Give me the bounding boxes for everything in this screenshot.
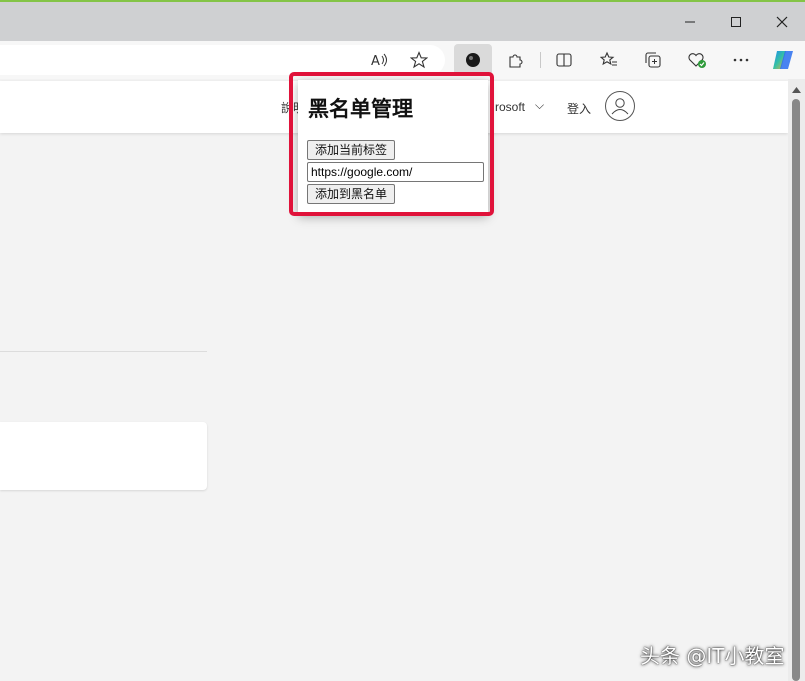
favorite-button[interactable] [404, 45, 434, 75]
page-scrollbar[interactable] [788, 79, 805, 681]
read-aloud-button[interactable]: A [364, 45, 394, 75]
svg-text:A: A [371, 54, 380, 69]
more-button[interactable] [726, 45, 756, 75]
read-aloud-icon: A [371, 53, 387, 69]
extension-active-icon [466, 53, 480, 67]
maximize-icon [731, 17, 741, 27]
toolbar-separator [540, 52, 541, 68]
copilot-icon [773, 51, 793, 69]
maximize-button[interactable] [716, 8, 756, 36]
microsoft-account-label[interactable]: rosoft [495, 100, 525, 114]
content-divider [0, 351, 207, 352]
extensions-button[interactable] [501, 45, 531, 75]
collections-icon [645, 52, 661, 68]
window-titlebar [0, 0, 805, 41]
close-button[interactable] [762, 8, 802, 36]
user-icon [611, 98, 629, 115]
close-icon [776, 16, 788, 28]
favorites-button[interactable] [594, 45, 624, 75]
split-screen-button[interactable] [549, 45, 579, 75]
watermark: 头条 @IT小教室 [640, 644, 785, 668]
favorite-star-icon [410, 51, 428, 69]
extensions-puzzle-icon [509, 54, 523, 68]
chevron-down-icon[interactable]: ⌵ [535, 98, 544, 113]
collections-button[interactable] [638, 45, 668, 75]
favorites-icon [600, 51, 617, 66]
avatar[interactable] [605, 91, 635, 121]
minimize-button[interactable] [670, 8, 710, 36]
copilot-button[interactable] [768, 45, 798, 75]
highlight-box [289, 72, 494, 216]
more-icon [733, 58, 749, 62]
scrollbar-thumb[interactable] [792, 99, 800, 681]
minimize-icon [685, 21, 695, 23]
browser-essentials-button[interactable] [682, 45, 712, 75]
scroll-up-icon[interactable] [788, 83, 805, 97]
split-screen-icon [556, 53, 572, 67]
signin-link[interactable]: 登入 [567, 100, 591, 117]
content-card [0, 422, 207, 490]
browser-essentials-icon [688, 53, 706, 68]
